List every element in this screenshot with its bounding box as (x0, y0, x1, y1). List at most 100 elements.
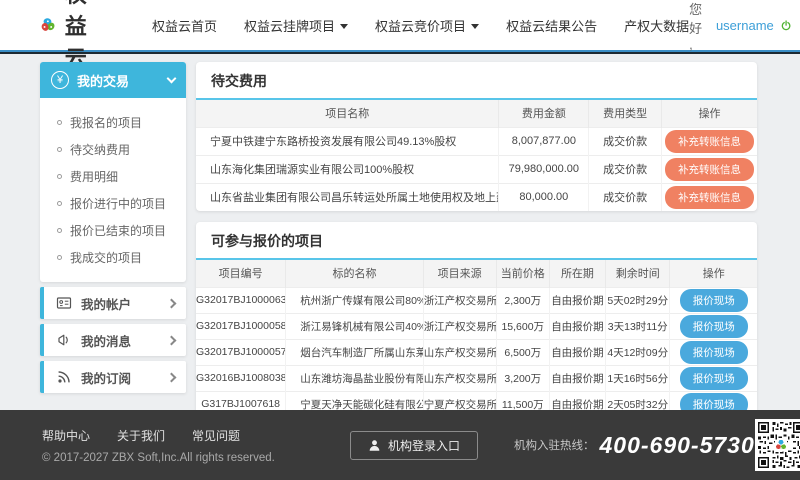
fees-due-card: 待交费用 项目名称 费用金额 费用类型 操作 宁夏中铁建宁东路桥投资发展有限公司… (196, 62, 757, 211)
project-id: G32017BJ1000058 (196, 313, 286, 339)
bullet-icon (57, 147, 62, 152)
bidding-room-button[interactable]: 报价现场 (680, 315, 748, 338)
hotline: 机构入驻热线： 400-690-5730 (514, 432, 755, 459)
project-id: G32017BJ1000057 (196, 339, 286, 365)
nav-item-bigdata[interactable]: 产权大数据 (624, 16, 689, 35)
hotline-number: 400-690-5730 (600, 432, 755, 459)
col-project-name: 项目名称 (196, 100, 499, 127)
dropdown-caret-icon (340, 24, 348, 29)
fee-amount: 80,000.00 (499, 183, 589, 211)
subitem-label: 报价已结束的项目 (70, 222, 166, 239)
main-nav: 权益云首页 权益云挂牌项目 权益云竞价项目 权益云结果公告 产权大数据 (152, 16, 689, 35)
subitem-label: 我成交的项目 (70, 249, 142, 266)
institution-login-button[interactable]: 机构登录入口 (350, 431, 478, 460)
current-price: 3,200万 (496, 365, 549, 391)
menu-label: 我的帐户 (81, 294, 131, 313)
auctions-card: 可参与报价的项目 项目编号 标的名称 项目来源 当前价格 所在期 剩余时间 操作… (196, 222, 757, 417)
time-left: 4天12时09分 (605, 339, 670, 365)
col-fee-type: 费用类型 (589, 100, 662, 127)
user-area: 您好 , username (689, 0, 791, 52)
nav-label: 权益云竞价项目 (375, 16, 466, 35)
nav-label: 产权大数据 (624, 16, 689, 35)
menu-label: 我的消息 (81, 331, 131, 350)
auction-table-row: G32017BJ1000063 杭州浙广传媒有限公司80%股权 浙江产权交易所 … (196, 287, 757, 313)
bidding-room-button[interactable]: 报价现场 (680, 367, 748, 390)
auction-table-row: G32016BJ1008038 山东潍坊海晶盐业股份有限公司... 山东产权交易… (196, 365, 757, 391)
footer-link-about[interactable]: 关于我们 (117, 427, 165, 444)
fees-table-row: 山东省盐业集团有限公司昌乐转运处所属土地使用权及地上建筑物 80,000.00 … (196, 183, 757, 211)
bullet-icon (57, 174, 62, 179)
time-left: 5天02时29分 (605, 287, 670, 313)
footer-link-faq[interactable]: 常见问题 (192, 427, 240, 444)
nav-item-bidding[interactable]: 权益云竞价项目 (375, 16, 479, 35)
fee-project-name: 山东海化集团瑞源实业有限公司100%股权 (196, 155, 499, 183)
chevron-right-icon (167, 298, 177, 308)
fee-amount: 8,007,877.00 (499, 127, 589, 155)
bullet-icon (57, 255, 62, 260)
nav-item-listings[interactable]: 权益云挂牌项目 (244, 16, 348, 35)
sidebar-item-my-trades[interactable]: ¥ 我的交易 (40, 62, 186, 98)
project-source: 浙江产权交易所 (423, 287, 496, 313)
project-id: G32016BJ1008038 (196, 365, 286, 391)
sidebar-item-my-account[interactable]: 我的帐户 (40, 287, 186, 319)
phase: 自由报价期 (549, 339, 605, 365)
footer-left: 帮助中心 关于我们 常见问题 © 2017-2027 ZBX Soft,Inc.… (42, 427, 294, 464)
hotline-label: 机构入驻热线： (514, 437, 595, 453)
fee-type: 成交价款 (589, 183, 662, 211)
col-target-name: 标的名称 (286, 260, 423, 287)
logout-power-icon[interactable] (781, 17, 791, 34)
supplement-transfer-button[interactable]: 补充转账信息 (665, 130, 754, 153)
subitem-label: 我报名的项目 (70, 114, 142, 131)
subitem-label: 待交纳费用 (70, 141, 130, 158)
auctions-title: 可参与报价的项目 (196, 222, 757, 260)
yen-circle-icon: ¥ (51, 71, 69, 89)
fee-amount: 79,980,000.00 (499, 155, 589, 183)
nav-label: 权益云首页 (152, 16, 217, 35)
supplement-transfer-button[interactable]: 补充转账信息 (665, 158, 754, 181)
menu-label: 我的订阅 (81, 368, 131, 387)
sidebar: ¥ 我的交易 我报名的项目 待交纳费用 费用明细 报价进行中的项目 (40, 62, 186, 393)
main-content: 待交费用 项目名称 费用金额 费用类型 操作 宁夏中铁建宁东路桥投资发展有限公司… (196, 62, 757, 428)
col-current-price: 当前价格 (496, 260, 549, 287)
auction-table-row: G32017BJ1000058 浙江易锋机械有限公司40%股权 浙江产权交易所 … (196, 313, 757, 339)
col-action: 操作 (670, 260, 757, 287)
project-id: G32017BJ1000063 (196, 287, 286, 313)
fees-table: 项目名称 费用金额 费用类型 操作 宁夏中铁建宁东路桥投资发展有限公司49.13… (196, 100, 757, 211)
sidebar-trade-card: ¥ 我的交易 我报名的项目 待交纳费用 费用明细 报价进行中的项目 (40, 62, 186, 282)
bidding-room-button[interactable]: 报价现场 (680, 289, 748, 312)
sidebar-subitem-fees-due[interactable]: 待交纳费用 (57, 136, 186, 163)
nav-label: 权益云挂牌项目 (244, 16, 335, 35)
username-link[interactable]: username (716, 18, 774, 33)
person-icon (368, 439, 381, 452)
footer-link-help[interactable]: 帮助中心 (42, 427, 90, 444)
col-source: 项目来源 (423, 260, 496, 287)
current-price: 15,600万 (496, 313, 549, 339)
project-source: 浙江产权交易所 (423, 313, 496, 339)
current-price: 2,300万 (496, 287, 549, 313)
chevron-right-icon (167, 335, 177, 345)
sidebar-subitem-my-deals[interactable]: 我成交的项目 (57, 244, 186, 271)
sidebar-item-my-messages[interactable]: 我的消息 (40, 324, 186, 356)
megaphone-icon (55, 332, 72, 349)
project-source: 山东产权交易所 (423, 365, 496, 391)
col-action: 操作 (662, 100, 757, 127)
subitem-label: 费用明细 (70, 168, 118, 185)
col-fee-amount: 费用金额 (499, 100, 589, 127)
sidebar-subitem-bidding-ended[interactable]: 报价已结束的项目 (57, 217, 186, 244)
target-name: 杭州浙广传媒有限公司80%股权 (286, 287, 423, 313)
sidebar-subitem-signed-up[interactable]: 我报名的项目 (57, 109, 186, 136)
sidebar-subitem-bidding-active[interactable]: 报价进行中的项目 (57, 190, 186, 217)
time-left: 3天13时11分 (605, 313, 670, 339)
auctions-header-row: 项目编号 标的名称 项目来源 当前价格 所在期 剩余时间 操作 (196, 260, 757, 287)
target-name: 山东潍坊海晶盐业股份有限公司... (286, 365, 423, 391)
sidebar-item-my-subscriptions[interactable]: 我的订阅 (40, 361, 186, 393)
phase: 自由报价期 (549, 313, 605, 339)
sidebar-subitem-fee-details[interactable]: 费用明细 (57, 163, 186, 190)
target-name: 浙江易锋机械有限公司40%股权 (286, 313, 423, 339)
phase: 自由报价期 (549, 365, 605, 391)
supplement-transfer-button[interactable]: 补充转账信息 (665, 186, 754, 209)
nav-item-results[interactable]: 权益云结果公告 (506, 16, 597, 35)
dropdown-caret-icon (471, 24, 479, 29)
bidding-room-button[interactable]: 报价现场 (680, 341, 748, 364)
nav-item-home[interactable]: 权益云首页 (152, 16, 217, 35)
